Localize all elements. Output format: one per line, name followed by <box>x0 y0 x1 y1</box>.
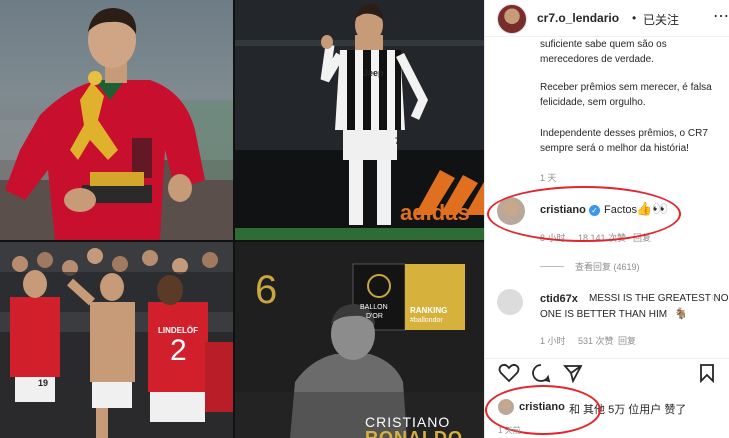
caption-line-3: Receber prêmios sem merecer, é falsa <box>540 82 712 93</box>
caption-time: 1 天 <box>540 173 557 183</box>
follow-status[interactable]: 已关注 <box>643 11 679 28</box>
comment2-time: 1 小时 <box>540 336 566 346</box>
jersey-number: 2 <box>170 334 187 367</box>
comment2-username[interactable]: ctid67x <box>540 293 578 305</box>
caption-line-4: felicidade, sem orgulho. <box>540 97 646 108</box>
post-sidebar: cr7.o_lendario • 已关注 ⋯ suficiente sabe q… <box>484 0 729 438</box>
action-bar <box>485 358 729 359</box>
comment2-likes[interactable]: 531 次赞 <box>578 334 614 347</box>
view-replies-link[interactable]: 查看回复 (4619) <box>575 260 640 273</box>
comment2-line-2: ONE IS BETTER THAN HIM <box>540 309 668 320</box>
ranking-number: 6 <box>255 268 278 312</box>
juve-sponsor: Jeep <box>363 68 384 78</box>
comment2-like-icon[interactable]: ♡ <box>711 294 720 305</box>
photo-juventus: Jeep 7 adidas <box>235 0 484 240</box>
juve-shorts-number: 7 <box>395 136 401 146</box>
footer-time: 1 天前 <box>498 426 521 435</box>
ballon-label-1: BALLON <box>360 304 388 311</box>
caption-line-2: merecedores de verdade. <box>540 54 654 65</box>
more-options-icon[interactable]: ⋯ <box>713 6 729 26</box>
ranking-label: RANKING <box>410 306 448 315</box>
trophy-player-illustration <box>0 8 233 240</box>
ranking-hashtag: #ballondor <box>410 317 443 324</box>
avatar[interactable] <box>497 4 527 34</box>
comment2-avatar[interactable] <box>497 289 523 315</box>
photo-trophy <box>0 0 233 240</box>
shorts-number: 19 <box>38 378 49 388</box>
caption-line-5: Independente desses prêmios, o CR7 <box>540 128 708 139</box>
man-utd-players-illustration <box>0 242 233 438</box>
post-username[interactable]: cr7.o_lendario <box>537 11 619 25</box>
highlight-circle-comment <box>487 186 681 242</box>
header-separator: • <box>632 11 637 25</box>
player-last-name: RONALDO <box>365 428 463 438</box>
adidas-wordmark: adidas <box>400 200 470 225</box>
share-icon[interactable] <box>563 363 583 388</box>
view-replies-line <box>540 266 564 267</box>
photo-ballon-dor-card: 6 BALLON D'OR RANKING #ballondor CRISTIA… <box>235 242 484 438</box>
post-media[interactable]: Jeep 7 adidas LINDELÖF 2 19 6 BALLON D'O… <box>0 0 484 438</box>
caption-line-6: sempre será o melhor da história! <box>540 143 689 154</box>
caption-line-1: suficiente sabe quem são os <box>540 39 667 50</box>
comment2-reply-button[interactable]: 回复 <box>618 334 636 347</box>
comment2-emoji: 🐐 <box>674 308 688 320</box>
heart-icon[interactable] <box>498 363 520 388</box>
post-header: cr7.o_lendario • 已关注 ⋯ <box>485 0 729 37</box>
ballon-label-2: D'OR <box>366 313 383 320</box>
comment2-line-1: MESSI IS THE GREATEST NO <box>589 293 729 304</box>
photo-man-utd: LINDELÖF 2 19 <box>0 242 233 438</box>
bookmark-icon[interactable] <box>698 363 716 388</box>
